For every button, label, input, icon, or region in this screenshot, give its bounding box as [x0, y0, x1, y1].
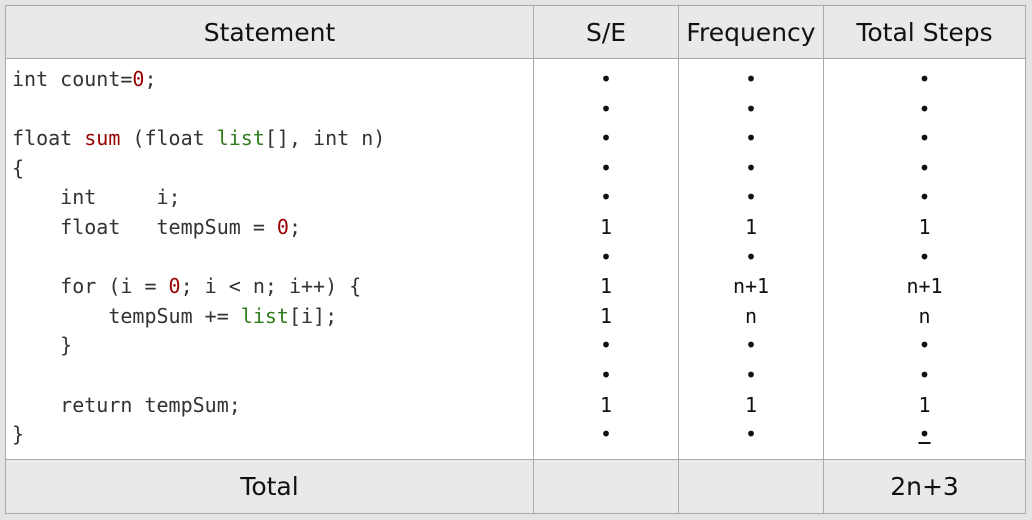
- frequency-value: •: [744, 126, 758, 151]
- code-token: list: [240, 303, 289, 328]
- code-token: sum: [84, 126, 121, 151]
- statement-cell: int count=0; float sum (float list[], int…: [5, 58, 534, 460]
- code-line: int i;: [12, 183, 533, 213]
- total-steps-value: •: [918, 333, 931, 358]
- code-token: (float: [120, 126, 217, 151]
- total-steps-value: 1: [918, 214, 931, 239]
- code-line: tempSum += list[i];: [12, 302, 533, 332]
- frequency-value: •: [744, 333, 758, 358]
- se-value: •: [599, 155, 613, 180]
- footer-total-label: Total: [5, 459, 534, 514]
- total-steps-value: n: [918, 303, 931, 328]
- header-statement: Statement: [5, 5, 534, 59]
- frequency-value: •: [744, 96, 758, 121]
- code-block: int count=0; float sum (float list[], int…: [6, 59, 533, 450]
- se-value: •: [599, 185, 613, 210]
- frequency-value: •: [744, 185, 758, 210]
- frequency-value: n: [744, 303, 758, 328]
- total-steps-column: • • • • • 1 • n+1 n • • 1 •: [824, 59, 1025, 450]
- total-steps-value: •: [918, 126, 931, 151]
- code-token: float: [12, 126, 85, 151]
- total-steps-value: n+1: [906, 274, 943, 299]
- total-steps-value: •: [918, 422, 931, 447]
- code-token: 0: [276, 214, 289, 239]
- se-value: •: [599, 244, 613, 269]
- frequency-value: •: [744, 422, 758, 447]
- frequency-column: • • • • • 1 • n+1 n • • 1 •: [679, 59, 823, 450]
- frequency-value: n+1: [732, 274, 770, 299]
- code-token: 0: [168, 274, 181, 299]
- total-steps-value: 1: [918, 392, 931, 417]
- code-line: float tempSum = 0;: [12, 213, 533, 243]
- code-token: int count=: [12, 67, 133, 91]
- header-frequency: Frequency: [678, 5, 824, 59]
- code-token: ;: [144, 67, 157, 91]
- code-token: ; i < n; i++) {: [180, 274, 362, 299]
- footer-empty-frequency: [678, 459, 824, 514]
- total-steps-value: •: [918, 67, 931, 91]
- code-token: }: [12, 422, 25, 447]
- frequency-value: •: [744, 155, 758, 180]
- frequency-value: 1: [744, 392, 758, 417]
- se-value: •: [599, 333, 613, 358]
- se-value: •: [599, 96, 613, 121]
- frequency-value: •: [744, 67, 758, 91]
- frequency-value: •: [744, 244, 758, 269]
- se-value: •: [599, 422, 613, 447]
- se-value: 1: [599, 274, 613, 299]
- code-line: float sum (float list[], int n): [12, 124, 533, 154]
- frequency-cell: • • • • • 1 • n+1 n • • 1 •: [678, 58, 824, 460]
- se-cell: • • • • • 1 • 1 1 • • 1 •: [533, 58, 679, 460]
- code-token: [], int n): [264, 126, 386, 151]
- code-token: 0: [132, 67, 145, 91]
- code-line: return tempSum;: [12, 391, 533, 421]
- code-token: return tempSum;: [60, 392, 241, 417]
- total-steps-value: •: [918, 362, 931, 387]
- code-line: for (i = 0; i < n; i++) {: [12, 272, 533, 302]
- se-value: 1: [599, 392, 613, 417]
- code-line: {: [12, 154, 533, 184]
- se-value: •: [599, 67, 613, 91]
- code-token: }: [60, 333, 73, 358]
- total-steps-cell: • • • • • 1 • n+1 n • • 1 •: [823, 58, 1026, 460]
- header-total-steps: Total Steps: [823, 5, 1026, 59]
- code-line: }: [12, 420, 533, 450]
- se-value: 1: [599, 214, 613, 239]
- se-value: •: [599, 126, 613, 151]
- code-token: for (i =: [60, 274, 169, 299]
- code-token: [i];: [288, 303, 338, 328]
- code-token: {: [12, 155, 25, 180]
- code-token: list: [216, 126, 265, 151]
- footer-total-value: 2n+3: [823, 459, 1026, 514]
- frequency-value: •: [744, 362, 758, 387]
- body-row: int count=0; float sum (float list[], int…: [5, 58, 1026, 460]
- code-line: }: [12, 331, 533, 361]
- footer-empty-se: [533, 459, 679, 514]
- code-token: int i;: [60, 185, 181, 210]
- se-column: • • • • • 1 • 1 1 • • 1 •: [534, 59, 678, 450]
- total-steps-value: •: [918, 96, 931, 121]
- se-value: 1: [599, 303, 613, 328]
- footer-row: Total 2n+3: [5, 459, 1026, 514]
- code-line: int count=0;: [12, 65, 533, 95]
- header-se: S/E: [533, 5, 679, 59]
- step-count-table: Statement S/E Frequency Total Steps int …: [5, 5, 1026, 514]
- total-steps-value: •: [918, 244, 931, 269]
- se-value: •: [599, 362, 613, 387]
- frequency-value: 1: [744, 214, 758, 239]
- total-steps-value: •: [918, 155, 931, 180]
- total-steps-value: •: [918, 185, 931, 210]
- code-token: float tempSum =: [60, 214, 277, 239]
- code-token: tempSum +=: [108, 303, 241, 328]
- code-token: ;: [288, 214, 302, 239]
- header-row: Statement S/E Frequency Total Steps: [5, 5, 1026, 59]
